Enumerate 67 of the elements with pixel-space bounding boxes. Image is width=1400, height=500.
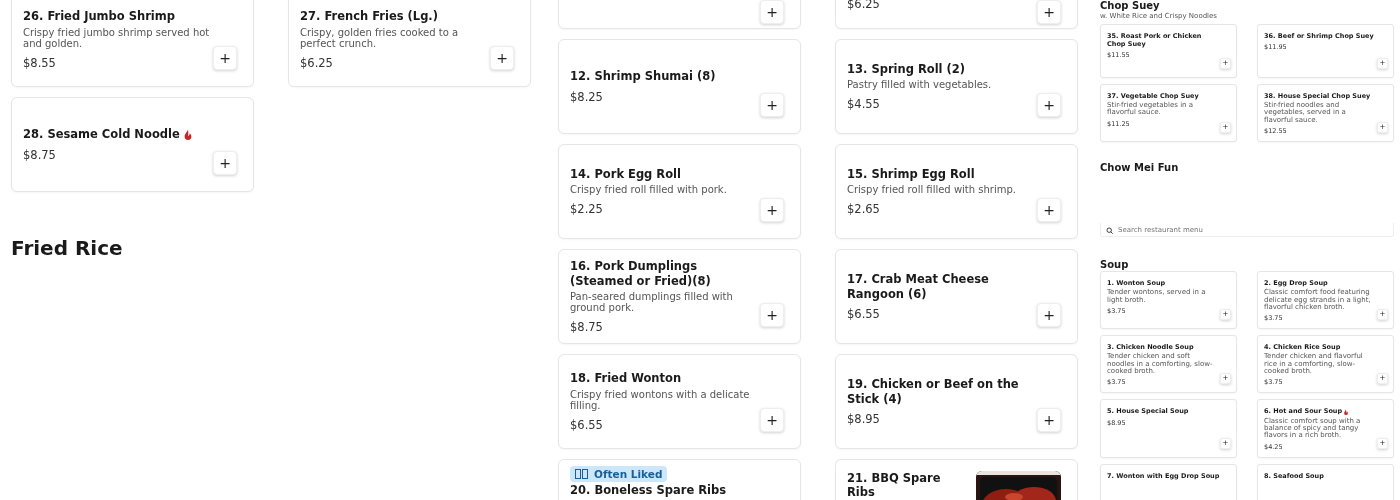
item-name: 17. Crab Meat Cheese Rangoon (6) xyxy=(847,272,990,301)
item-name: 20. Boneless Spare Ribs xyxy=(570,483,727,498)
squares-icon xyxy=(575,469,588,479)
item-description: Pastry filled with vegetables. xyxy=(847,79,993,91)
item-name: 19. Chicken or Beef on the Stick (4) xyxy=(847,377,1020,406)
item-price: $6.55 xyxy=(847,306,881,321)
search-icon xyxy=(1106,227,1113,235)
menu-card[interactable]: 27. French Fries (Lg.) Crispy, golden fries cooked to a perfect crunch. $6.25 + xyxy=(288,0,531,87)
menu-card[interactable]: 21. BBQ Spare Ribs xyxy=(835,459,1078,500)
item-name: 26. Fried Jumbo Shrimp xyxy=(23,9,176,24)
add-button[interactable]: + xyxy=(760,303,784,327)
add-button[interactable]: + xyxy=(490,46,514,70)
item-name: 18. Fried Wonton xyxy=(570,371,682,386)
add-button[interactable]: + xyxy=(760,408,784,432)
item-name: 12. Shrimp Shumai (8) xyxy=(570,69,716,84)
menu-card[interactable]: 18. Fried Wonton Crispy fried wontons with a delicate filling. $6.55 + xyxy=(558,354,801,449)
add-button[interactable]: + xyxy=(760,198,784,222)
item-price: $4.55 xyxy=(847,96,881,111)
add-button[interactable]: + xyxy=(1037,303,1061,327)
menu-card[interactable]: 16. Pork Dumplings (Steamed or Fried)(8) Pan-seared dumplings filled with ground pork. $8.75 + xyxy=(558,249,801,344)
add-button[interactable]: + xyxy=(760,0,784,24)
item-description: Crispy fried roll filled with shrimp. xyxy=(847,184,1017,196)
section-heading: Soup xyxy=(1100,259,1130,271)
item-price: $8.55 xyxy=(23,55,57,70)
item-name: 15. Shrimp Egg Roll xyxy=(847,167,975,182)
add-button[interactable]: + xyxy=(1037,93,1061,117)
item-description: Pan-seared dumplings filled with ground pork. xyxy=(570,290,734,314)
item-name: 13. Spring Roll (2) xyxy=(847,62,966,77)
menu-card[interactable]: $6.25 + xyxy=(835,0,1078,29)
badge-label: Often Liked xyxy=(594,468,663,480)
menu-card[interactable]: 26. Fried Jumbo Shrimp Crispy fried jumbo shrimp served hot and golden. $8.55 + xyxy=(11,0,254,87)
item-price: $8.75 xyxy=(23,147,57,162)
item-description: Crispy fried wontons with a delicate filling. xyxy=(570,388,751,412)
menu-card[interactable]: Often Liked 20. Boneless Spare Ribs xyxy=(558,459,801,500)
section-heading: Chow Mei Fun xyxy=(1100,162,1180,174)
item-description: Crispy fried roll filled with pork. xyxy=(570,184,728,196)
section-heading: Chop Suey xyxy=(1100,0,1160,11)
item-price: $6.25 xyxy=(300,55,334,70)
add-button[interactable]: + xyxy=(1037,0,1061,24)
item-description: Crispy fried jumbo shrimp served hot and golden. xyxy=(23,26,211,50)
menu-card[interactable]: 17. Crab Meat Cheese Rangoon (6) $6.55 + xyxy=(835,249,1078,344)
add-button[interactable]: + xyxy=(213,151,237,175)
item-price: $8.95 xyxy=(847,411,881,426)
menu-card[interactable]: + xyxy=(558,0,801,29)
item-price: $2.25 xyxy=(570,201,604,216)
item-name: 14. Pork Egg Roll xyxy=(570,167,681,182)
item-description: Crispy, golden fries cooked to a perfect crunch. xyxy=(300,26,460,50)
menu-card[interactable]: 14. Pork Egg Roll Crispy fried roll filled with pork. $2.25 + xyxy=(558,144,801,239)
item-name: 16. Pork Dumplings (Steamed or Fried)(8) xyxy=(570,259,712,288)
add-button[interactable]: + xyxy=(1037,408,1061,432)
add-button[interactable]: + xyxy=(1037,198,1061,222)
menu-card[interactable]: 28. Sesame Cold Noodle $8.75 + xyxy=(11,97,254,192)
menu-card[interactable]: 13. Spring Roll (2) Pastry filled with vegetables. $4.55 + xyxy=(835,39,1078,134)
add-button[interactable]: + xyxy=(213,46,237,70)
item-price: $6.55 xyxy=(570,417,604,432)
item-name: 28. Sesame Cold Noodle xyxy=(23,127,180,142)
item-price: $8.75 xyxy=(570,319,604,334)
menu-card[interactable]: 15. Shrimp Egg Roll Crispy fried roll filled with shrimp. $2.65 + xyxy=(835,144,1078,239)
item-price: $8.25 xyxy=(570,89,604,104)
item-price: $2.65 xyxy=(847,201,881,216)
menu-card[interactable]: 12. Shrimp Shumai (8) $8.25 + xyxy=(558,39,801,134)
menu-card[interactable]: 19. Chicken or Beef on the Stick (4) $8.95 + xyxy=(835,354,1078,449)
item-name: 27. French Fries (Lg.) xyxy=(300,9,438,24)
item-price: $6.25 xyxy=(847,0,881,11)
add-button[interactable]: + xyxy=(760,93,784,117)
section-heading: Fried Rice xyxy=(11,236,124,260)
item-name: 21. BBQ Spare Ribs xyxy=(847,471,942,500)
